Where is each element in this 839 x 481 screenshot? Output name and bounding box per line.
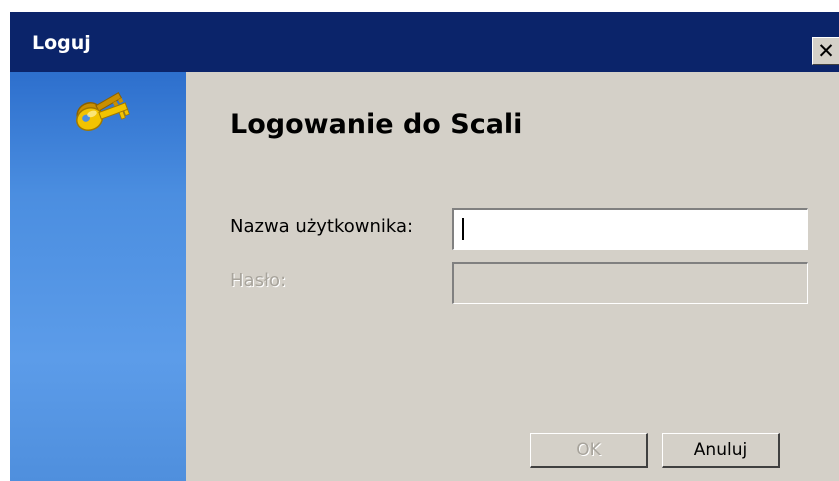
password-label: Hasło: — [230, 270, 287, 291]
ok-button[interactable]: OK — [530, 433, 648, 468]
title-bar[interactable]: Loguj ✕ — [10, 12, 839, 72]
close-button[interactable]: ✕ — [812, 37, 839, 65]
side-panel — [10, 72, 186, 481]
username-label: Nazwa użytkownika: — [230, 216, 414, 237]
window-title: Loguj — [32, 32, 91, 54]
text-cursor — [462, 218, 464, 240]
cancel-button[interactable]: Anuluj — [662, 433, 780, 468]
login-dialog: Loguj ✕ Logowanie do Scali Nazwa użytkow… — [10, 12, 839, 481]
dialog-heading: Logowanie do Scali — [230, 109, 523, 140]
key-icon — [76, 92, 130, 132]
close-icon: ✕ — [817, 39, 835, 63]
username-input[interactable] — [452, 208, 808, 250]
password-input[interactable] — [452, 262, 808, 304]
